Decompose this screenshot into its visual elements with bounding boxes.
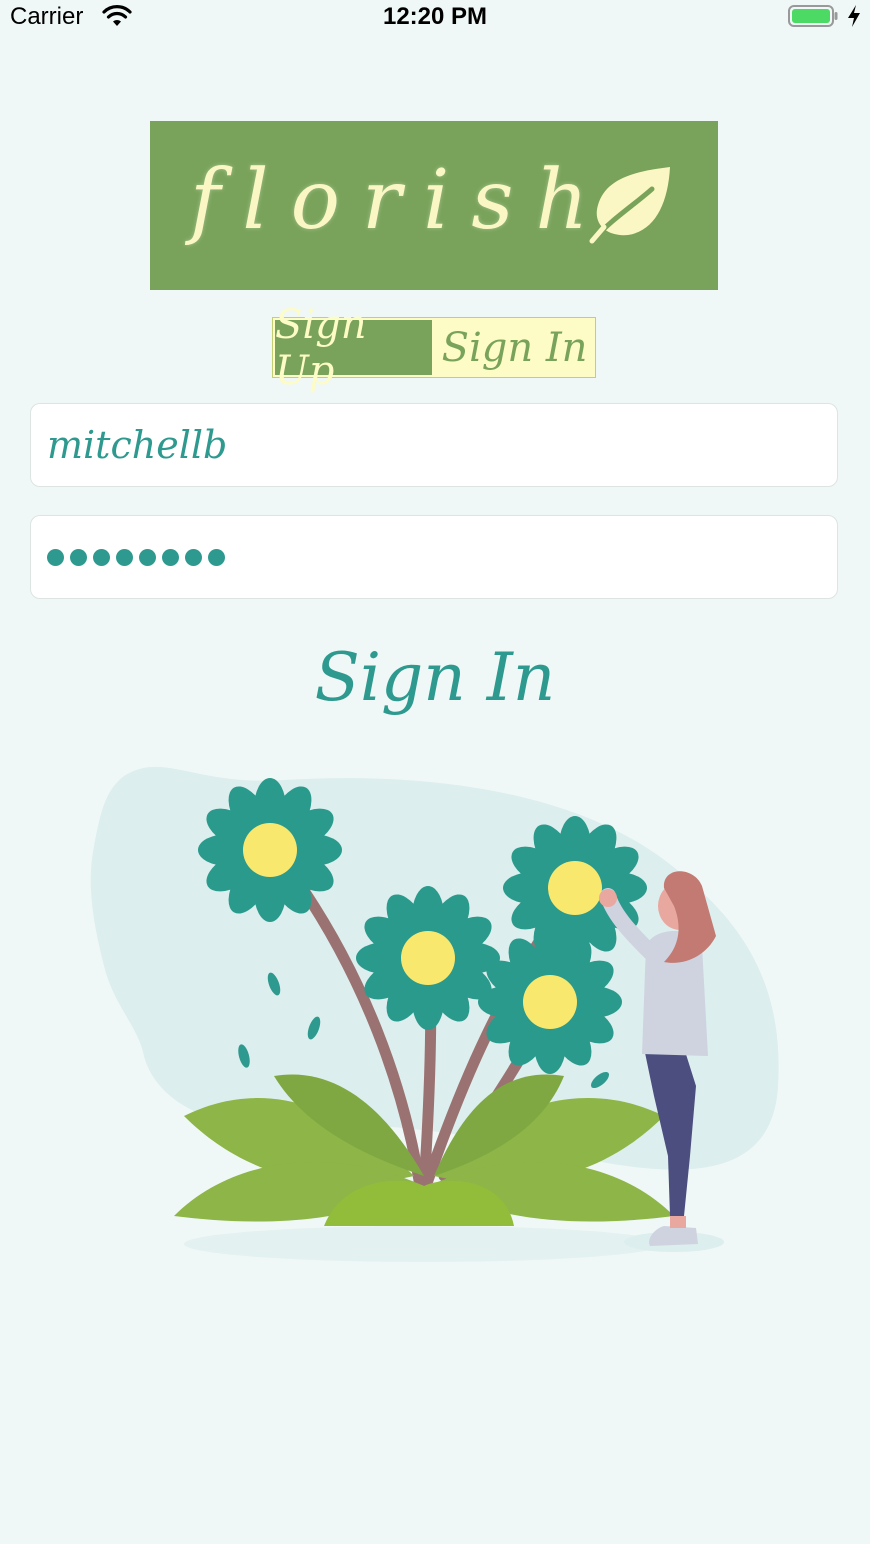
florish-logo: florish	[150, 121, 718, 290]
battery-icon	[788, 5, 838, 27]
password-field[interactable]	[30, 515, 838, 599]
status-bar: Carrier 12:20 PM	[0, 0, 870, 36]
clock: 12:20 PM	[382, 3, 488, 30]
logo-wordmark: florish	[190, 153, 611, 248]
flowers-woman-illustration	[90, 766, 779, 1262]
tab-sign-in[interactable]: Sign In	[434, 318, 595, 377]
sign-in-button[interactable]: Sign In	[0, 628, 870, 728]
leaf-icon	[589, 167, 670, 244]
tab-sign-up[interactable]: Sign Up	[273, 302, 434, 394]
auth-mode-toggle[interactable]: Sign Up Sign In	[272, 302, 596, 394]
password-dots	[47, 548, 225, 566]
charging-bolt-icon	[848, 5, 860, 27]
username-field[interactable]: mitchellb	[30, 403, 838, 487]
username-value: mitchellb	[47, 423, 228, 467]
